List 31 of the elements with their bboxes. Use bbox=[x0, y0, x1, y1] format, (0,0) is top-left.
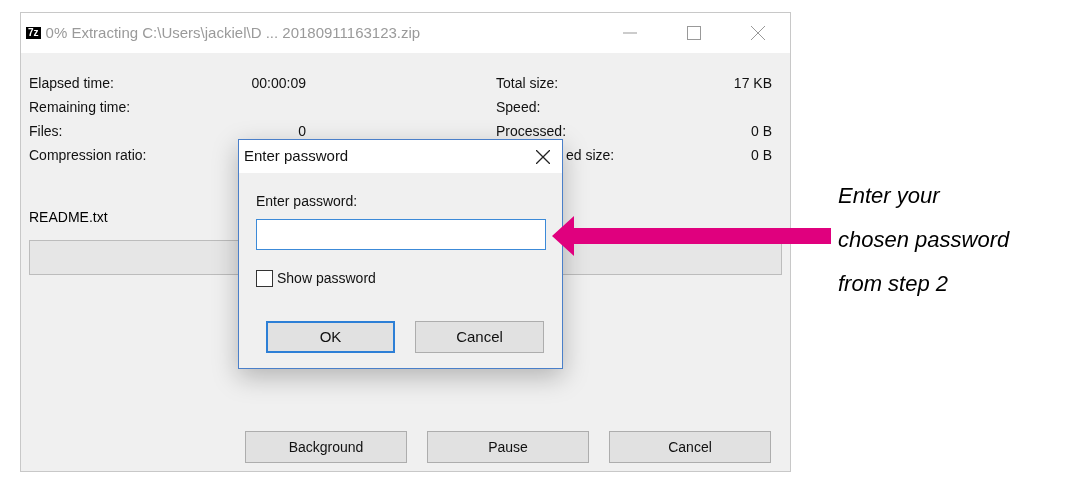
stat-value: 0 B bbox=[751, 122, 772, 141]
stat-label: ed size: bbox=[566, 146, 615, 165]
dialog-button[interactable]: Cancel bbox=[415, 321, 544, 353]
stat-label: Total size: bbox=[496, 74, 559, 93]
dialog-title: Enter password bbox=[244, 146, 349, 167]
stat-label: Processed: bbox=[496, 122, 567, 141]
stat-label: Remaining time: bbox=[29, 98, 131, 117]
stat-value: 0 bbox=[298, 122, 306, 141]
dialog-button[interactable]: Pause bbox=[427, 431, 589, 463]
dialog-button[interactable]: Cancel bbox=[609, 431, 771, 463]
stat-label: Speed: bbox=[496, 98, 541, 117]
field-label: Enter password: bbox=[256, 192, 359, 211]
stat-value: 17 KB bbox=[733, 74, 772, 93]
annotation-line: chosen password bbox=[838, 226, 1010, 254]
password-field[interactable] bbox=[256, 219, 546, 250]
window-title: 0% Extracting C:\Users\jackiel\D ... 20180911163123.zip bbox=[45, 22, 421, 43]
stat-label: Files: bbox=[29, 122, 63, 141]
app-logo: 7z bbox=[26, 27, 41, 39]
close-icon[interactable] bbox=[536, 149, 550, 164]
stat-value: 00:00:09 bbox=[251, 74, 306, 93]
dialog-button[interactable]: Background bbox=[245, 431, 407, 463]
stat-label: Compression ratio: bbox=[29, 146, 147, 165]
show-password-checkbox[interactable] bbox=[256, 270, 273, 287]
dialog-button[interactable]: OK bbox=[266, 321, 395, 353]
stat-label: Elapsed time: bbox=[29, 74, 114, 93]
current-file: README.txt bbox=[29, 209, 108, 225]
checkbox-label: Show password bbox=[277, 269, 376, 288]
stat-value: 0 B bbox=[751, 146, 772, 165]
maximize-icon[interactable] bbox=[687, 26, 701, 40]
annotation-line: Enter your bbox=[838, 182, 942, 210]
annotation-line: from step 2 bbox=[838, 270, 950, 298]
